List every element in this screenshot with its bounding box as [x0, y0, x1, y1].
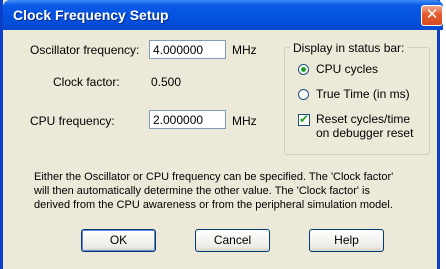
- radio-cpu-cycles[interactable]: [298, 64, 309, 75]
- oscillator-unit-label: MHz: [232, 43, 257, 57]
- title-bar[interactable]: Clock Frequency Setup ✕: [3, 0, 443, 30]
- close-icon: ✕: [425, 6, 439, 23]
- cancel-button[interactable]: Cancel: [195, 229, 270, 252]
- cpu-frequency-label: CPU frequency:: [30, 114, 115, 128]
- clock-factor-value: 0.500: [151, 75, 182, 89]
- radio-true-time[interactable]: [298, 89, 309, 100]
- dialog-title: Clock Frequency Setup: [13, 7, 169, 23]
- oscillator-frequency-label: Oscillator frequency:: [30, 43, 140, 57]
- help-note: Either the Oscillator or CPU frequency c…: [34, 170, 429, 212]
- help-button[interactable]: Help: [309, 229, 384, 252]
- status-bar-group-title: Display in status bar:: [290, 41, 408, 55]
- reset-checkbox-label-line2[interactable]: on debugger reset: [316, 126, 413, 140]
- cpu-frequency-input[interactable]: [149, 110, 226, 129]
- oscillator-frequency-input[interactable]: [149, 40, 226, 59]
- help-note-line: Either the Oscillator or CPU frequency c…: [34, 171, 394, 183]
- dialog-window: Clock Frequency Setup ✕ Oscillator frequ…: [0, 0, 443, 269]
- cpu-unit-label: MHz: [232, 114, 257, 128]
- reset-cycles-checkbox[interactable]: ✔: [298, 112, 310, 126]
- radio-true-time-label[interactable]: True Time (in ms): [316, 87, 410, 101]
- radio-cpu-cycles-label[interactable]: CPU cycles: [316, 62, 378, 76]
- ok-button[interactable]: OK: [81, 229, 156, 252]
- help-note-line: will then automatically determine the ot…: [34, 185, 370, 197]
- reset-checkbox-label-line1[interactable]: Reset cycles/time: [316, 112, 410, 126]
- close-button[interactable]: ✕: [421, 5, 443, 26]
- checkmark-icon: ✔: [299, 112, 310, 126]
- help-note-line: derived from the CPU awareness or from t…: [34, 199, 393, 211]
- radio-selected-dot: [301, 67, 306, 72]
- clock-factor-label: Clock factor:: [53, 75, 120, 89]
